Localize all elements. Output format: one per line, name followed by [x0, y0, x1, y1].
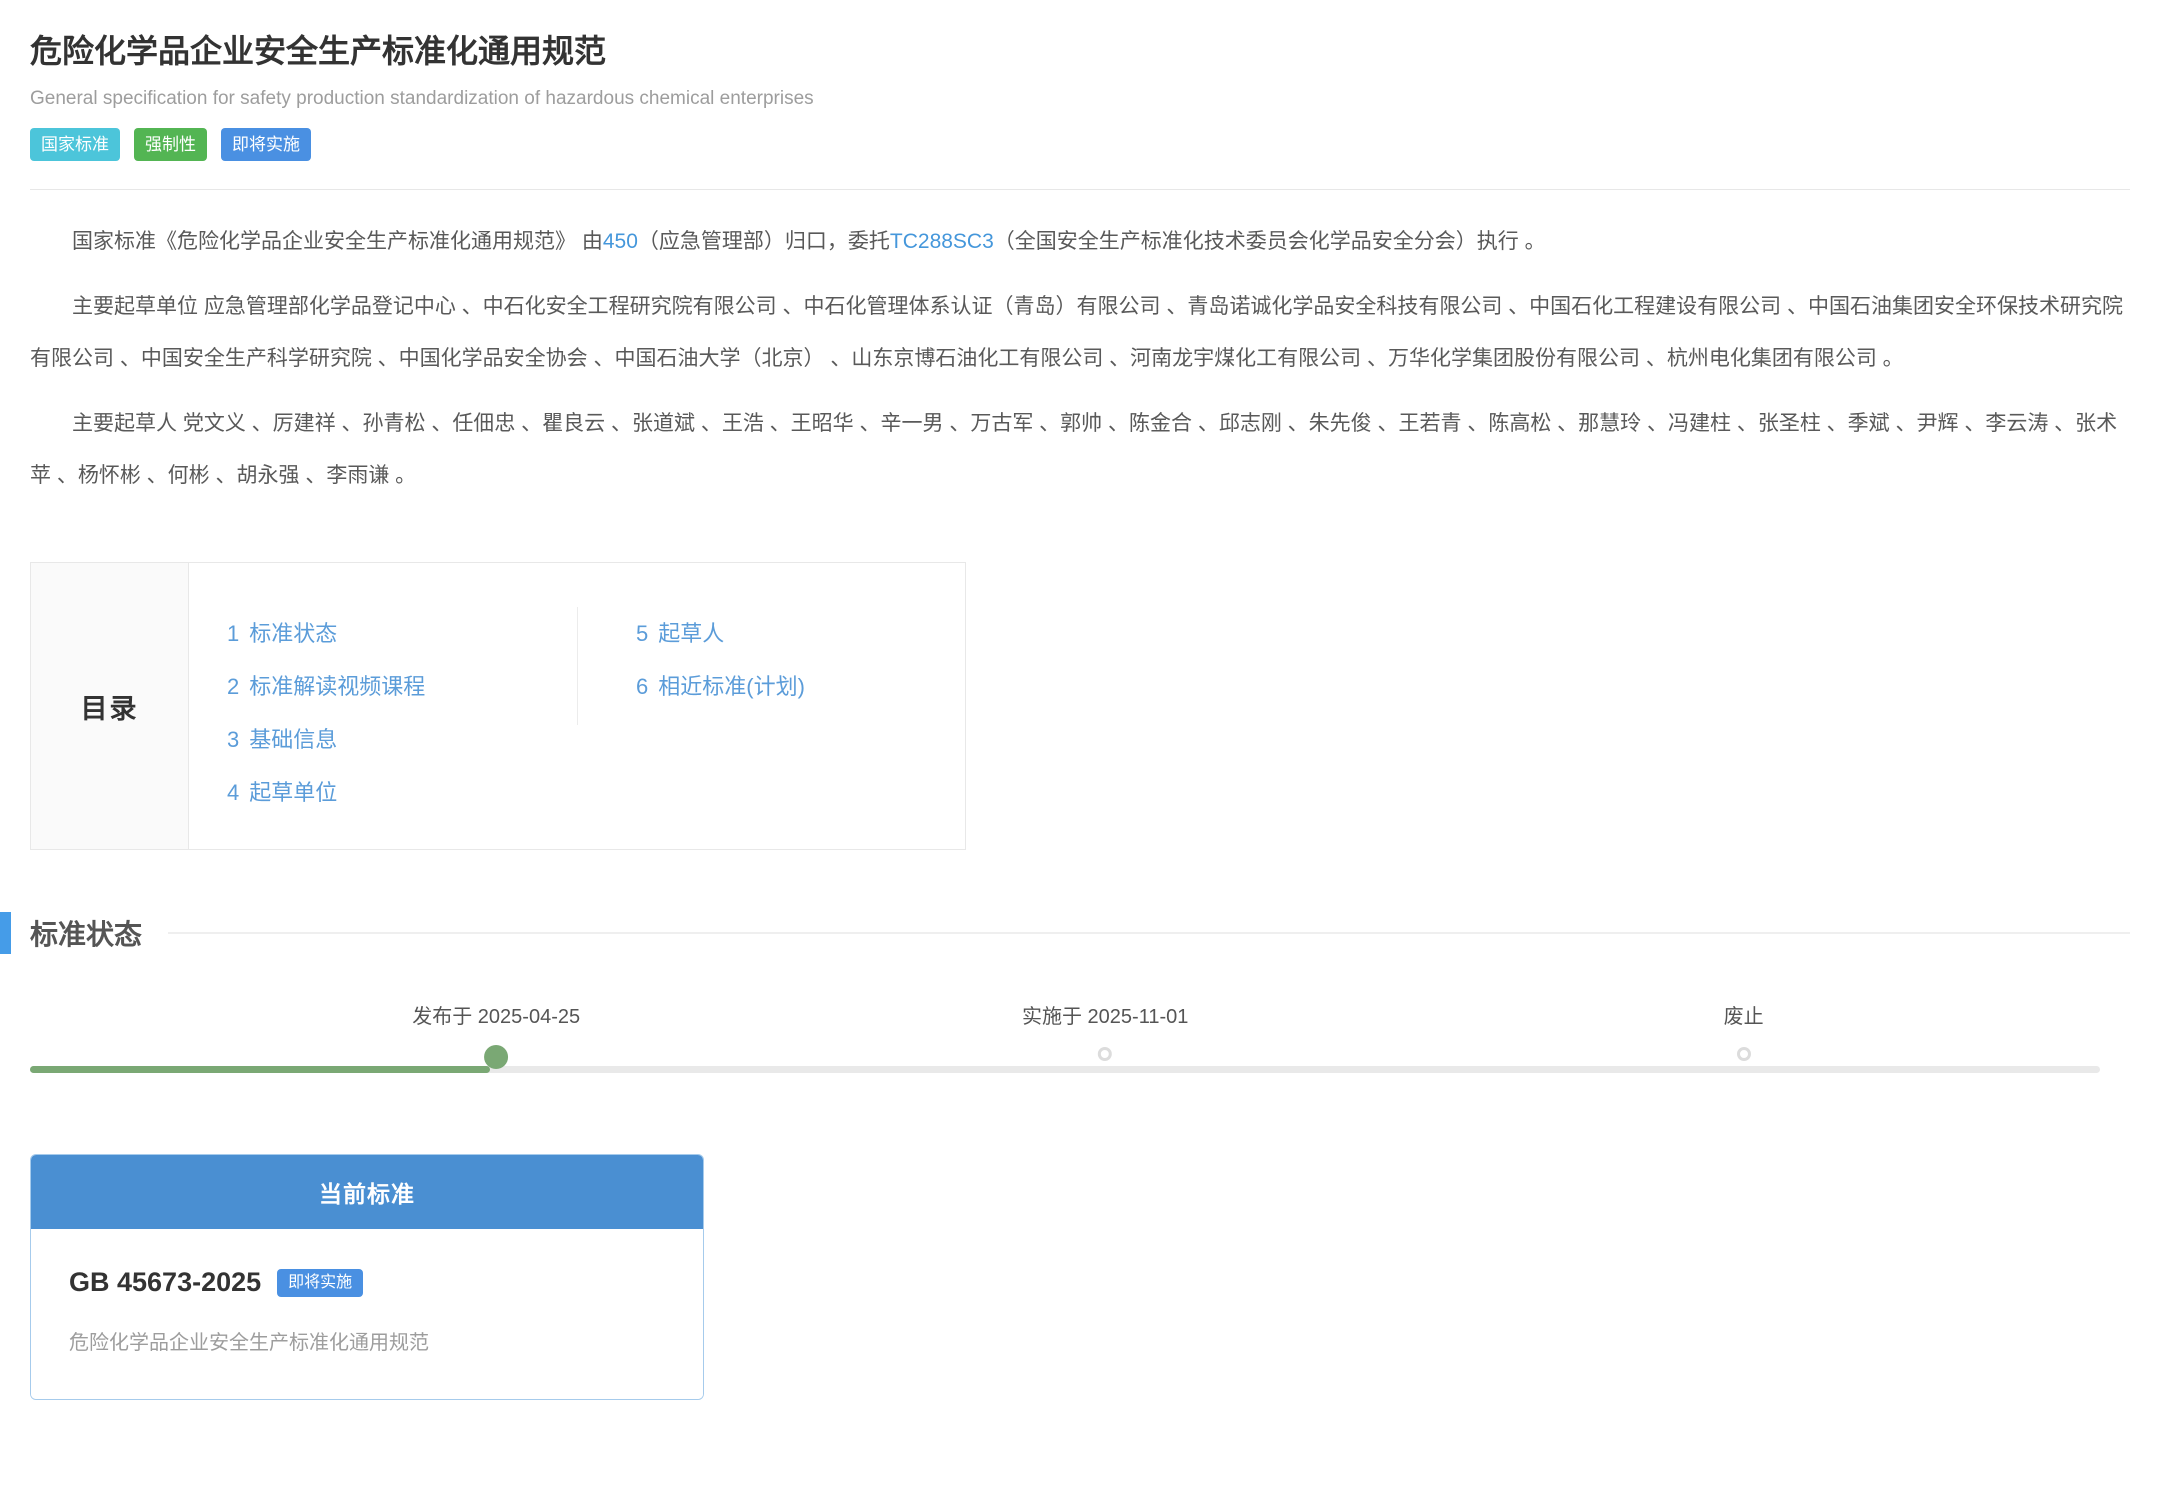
timeline-stop-abolished: 废止 — [1724, 1000, 1764, 1061]
toc-item-basic-info[interactable]: 3 基础信息 — [227, 713, 577, 766]
toc-item-label: 起草人 — [658, 621, 724, 646]
timeline-label-abolished: 废止 — [1724, 1000, 1764, 1029]
badge-row: 国家标准 强制性 即将实施 — [30, 128, 2130, 161]
toc-item-num: 3 — [227, 727, 239, 752]
toc-item-similar-standards[interactable]: 6 相近标准(计划) — [636, 660, 805, 713]
current-standard-card-header: 当前标准 — [31, 1155, 703, 1229]
section-accent-bar — [0, 912, 11, 954]
toc-body: 1 标准状态 2 标准解读视频课程 3 基础信息 4 起草单位 5 起草人 6 相近标准(计… — [189, 563, 965, 849]
toc-item-label: 基础信息 — [249, 727, 337, 752]
page-subtitle-en: General specification for safety product… — [30, 88, 2130, 110]
toc-label: 目录 — [81, 687, 139, 726]
timeline-stop-published: 发布于 2025-04-25 — [412, 1000, 580, 1069]
toc-column-1: 1 标准状态 2 标准解读视频课程 3 基础信息 4 起草单位 — [227, 607, 577, 819]
toc-item-label: 相近标准(计划) — [658, 674, 805, 699]
section-header-standard-status: 标准状态 — [0, 912, 2130, 954]
toc-item-num: 4 — [227, 780, 239, 805]
current-standard-card[interactable]: 当前标准 GB 45673-2025 即将实施 危险化学品企业安全生产标准化通用… — [30, 1154, 704, 1400]
toc-item-video-course[interactable]: 2 标准解读视频课程 — [227, 660, 577, 713]
standard-name: 危险化学品企业安全生产标准化通用规范 — [69, 1326, 665, 1355]
toc-box: 目录 1 标准状态 2 标准解读视频课程 3 基础信息 4 起草单位 5 起草人 6 相近标… — [30, 562, 966, 850]
toc-item-drafting-units[interactable]: 4 起草单位 — [227, 766, 577, 819]
page-content: 危险化学品企业安全生产标准化通用规范 General specification… — [0, 26, 2168, 1400]
toc-item-num: 2 — [227, 674, 239, 699]
badge-national-standard: 国家标准 — [30, 128, 120, 161]
link-dept-code-450[interactable]: 450 — [603, 230, 638, 253]
timeline-dot-implemented — [1098, 1047, 1112, 1061]
p1-text-before: 国家标准《危险化学品企业安全生产标准化通用规范》 由 — [72, 230, 603, 253]
toc-item-num: 1 — [227, 621, 239, 646]
paragraph-drafting-units: 主要起草单位 应急管理部化学品登记中心 、中石化安全工程研究院有限公司 、中石化… — [30, 281, 2130, 385]
toc-item-label: 标准状态 — [249, 621, 337, 646]
toc-item-standard-status[interactable]: 1 标准状态 — [227, 607, 577, 660]
header-divider — [30, 189, 2130, 190]
badge-mandatory: 强制性 — [134, 128, 207, 161]
timeline-track — [30, 1066, 2100, 1073]
standard-code-row: GB 45673-2025 即将实施 — [69, 1267, 665, 1298]
timeline-label-implemented: 实施于 2025-11-01 — [1022, 1000, 1188, 1029]
current-standard-label: 当前标准 — [319, 1175, 415, 1209]
status-timeline: 发布于 2025-04-25 实施于 2025-11-01 废止 — [30, 1000, 2130, 1118]
section-title: 标准状态 — [30, 913, 142, 953]
card-badge-upcoming: 即将实施 — [277, 1269, 363, 1297]
link-tc288sc3[interactable]: TC288SC3 — [890, 230, 994, 253]
paragraph-standard-info: 国家标准《危险化学品企业安全生产标准化通用规范》 由450（应急管理部）归口，委… — [30, 216, 2130, 268]
badge-upcoming: 即将实施 — [221, 128, 311, 161]
p1-text-after: （全国安全生产标准化技术委员会化学品安全分会）执行 。 — [994, 230, 1546, 253]
timeline-dot-abolished — [1737, 1047, 1751, 1061]
timeline-dot-published — [484, 1045, 508, 1069]
toc-item-drafters[interactable]: 5 起草人 — [636, 607, 805, 660]
toc-item-num: 6 — [636, 674, 648, 699]
toc-item-num: 5 — [636, 621, 648, 646]
section-rule-line — [168, 932, 2130, 934]
standard-code: GB 45673-2025 — [69, 1267, 261, 1298]
toc-column-2: 5 起草人 6 相近标准(计划) — [578, 607, 805, 819]
timeline-stop-implemented: 实施于 2025-11-01 — [1022, 1000, 1188, 1061]
toc-item-label: 起草单位 — [249, 780, 337, 805]
current-standard-card-body: GB 45673-2025 即将实施 危险化学品企业安全生产标准化通用规范 — [31, 1229, 703, 1399]
paragraph-drafters: 主要起草人 党文义 、厉建祥 、孙青松 、任佃忠 、瞿良云 、张道斌 、王浩 、… — [30, 398, 2130, 502]
toc-item-label: 标准解读视频课程 — [249, 674, 425, 699]
p1-text-mid: （应急管理部）归口，委托 — [638, 230, 890, 253]
toc-label-cell: 目录 — [31, 563, 189, 849]
page-title: 危险化学品企业安全生产标准化通用规范 — [30, 26, 2130, 72]
timeline-label-published: 发布于 2025-04-25 — [412, 1000, 580, 1029]
